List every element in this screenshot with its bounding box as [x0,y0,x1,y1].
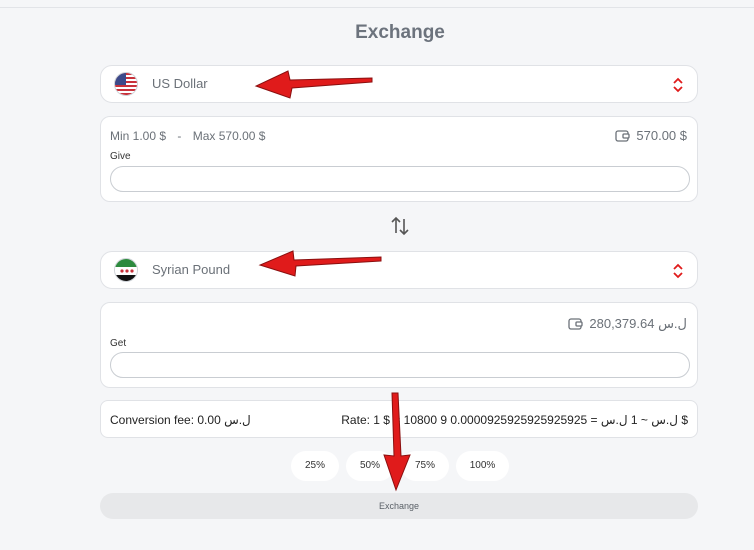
exchange-button[interactable]: Exchange [100,493,698,519]
to-currency-select[interactable]: Syrian Pound [100,251,698,289]
syria-flag-icon [114,258,138,282]
swap-icon[interactable] [389,215,411,237]
percent-25-button[interactable]: 25% [291,451,339,481]
min-label: Min 1.00 $ [110,129,167,143]
percent-100-button[interactable]: 100% [456,451,509,481]
get-panel: ل.س 280,379.64 Get [100,302,698,388]
percent-50-button[interactable]: 50% [346,451,394,481]
to-balance: ل.س 280,379.64 [568,316,687,332]
give-label: Give [110,151,131,162]
us-flag-icon [114,72,138,96]
give-amount-input[interactable] [110,166,690,192]
percent-75-button[interactable]: 75% [401,451,449,481]
give-panel: Min 1.00 $ - Max 570.00 $ 570.00 $ Give [100,116,698,202]
top-divider [0,7,754,8]
get-amount-input[interactable] [110,352,690,378]
conversion-fee: Conversion fee: 0.00 ل.س [110,413,251,427]
chevron-up-down-icon [673,77,683,93]
chevron-up-down-icon [673,263,683,279]
get-label: Get [110,338,127,349]
min-max-limits: Min 1.00 $ - Max 570.00 $ [110,129,265,143]
exchange-rate: Rate: 1 $ = 10800 ل.س ~ 1 ل.س = 0.000092… [341,413,688,427]
to-balance-value: ل.س 280,379.64 [589,316,687,331]
wallet-icon [615,129,631,142]
from-balance-value: 570.00 $ [636,128,687,143]
to-currency-label: Syrian Pound [152,262,231,277]
from-currency-select[interactable]: US Dollar [100,65,698,103]
limit-separator: - [177,129,182,143]
max-label: Max 570.00 $ [192,129,266,143]
from-balance: 570.00 $ [615,128,687,143]
conversion-info: Conversion fee: 0.00 ل.س Rate: 1 $ = 108… [100,400,698,438]
page-title: Exchange [355,22,445,43]
wallet-icon [568,318,584,330]
from-currency-label: US Dollar [152,76,208,91]
